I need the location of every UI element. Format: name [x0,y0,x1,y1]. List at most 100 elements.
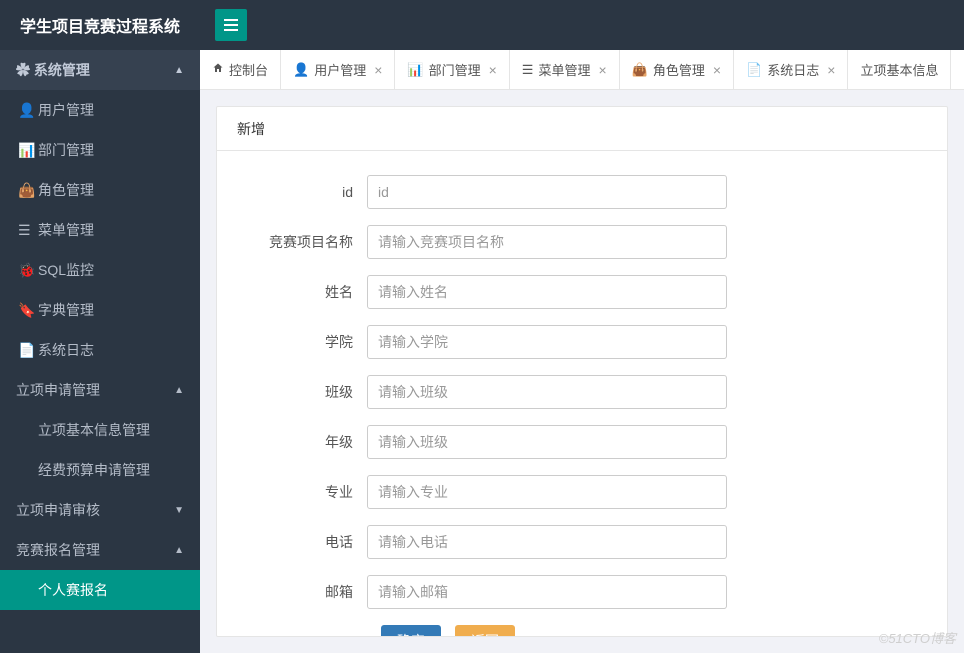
sidebar-item-label: 系统日志 [38,340,94,360]
bookmark-icon: 🔖 [18,302,38,319]
file-icon: 📄 [746,62,762,78]
sidebar-item-budget-apply[interactable]: 经费预算申请管理 [0,450,200,490]
tab-close-icon[interactable]: × [374,62,382,78]
tab-label: 菜单管理 [538,60,590,79]
grade-input[interactable] [367,425,727,459]
sidebar-group-project-apply[interactable]: 立项申请管理 ▲ [0,370,200,410]
tab-menus[interactable]: ☰ 菜单管理 × [510,50,620,89]
tab-roles[interactable]: 👜 角色管理 × [620,50,734,89]
sidebar-item-personal-signup[interactable]: 个人赛报名 [0,570,200,610]
gear-icon: ✿ [16,62,34,78]
tab-close-icon[interactable]: × [598,62,606,78]
chart-icon: 📊 [407,62,423,78]
tab-bar: 控制台 👤 用户管理 × 📊 部门管理 × ☰ 菜单管理 × 👜 角色管理 × [200,50,964,90]
phone-input[interactable] [367,525,727,559]
sidebar-group-label: 立项申请管理 [16,380,100,400]
sidebar-item-label: 经费预算申请管理 [38,460,150,480]
back-button[interactable]: 返回 [455,625,515,637]
project-name-input[interactable] [367,225,727,259]
tab-close-icon[interactable]: × [827,62,835,78]
hamburger-icon [224,24,238,26]
sidebar-item-departments[interactable]: 📊 部门管理 [0,130,200,170]
field-row-major: 专业 [257,475,907,509]
tab-label: 系统日志 [767,60,819,79]
field-label: 班级 [257,382,367,402]
sidebar-item-users[interactable]: 👤 用户管理 [0,90,200,130]
sidebar-group-apply-review[interactable]: 立项申请审核 ▼ [0,490,200,530]
field-label: id [257,184,367,200]
sidebar-item-menus[interactable]: ☰ 菜单管理 [0,210,200,250]
sidebar-item-sql[interactable]: 🐞 SQL监控 [0,250,200,290]
tab-project-basic[interactable]: 立项基本信息 [848,50,951,89]
user-icon: 👤 [18,102,38,119]
sidebar-item-logs[interactable]: 📄 系统日志 [0,330,200,370]
sidebar-item-label: 角色管理 [38,180,94,200]
form-actions: 确定 返回 [381,625,907,637]
sidebar-group-competition-signup[interactable]: 竞赛报名管理 ▲ [0,530,200,570]
field-label: 学院 [257,332,367,352]
field-row-class: 班级 [257,375,907,409]
caret-up-icon: ▲ [174,385,184,396]
sidebar-item-label: SQL监控 [38,260,94,280]
tab-console[interactable]: 控制台 [200,50,281,89]
topbar: 学生项目竞赛过程系统 [0,0,964,50]
field-row-phone: 电话 [257,525,907,559]
tab-label: 部门管理 [429,60,481,79]
home-icon [212,62,224,77]
email-input[interactable] [367,575,727,609]
tab-close-icon[interactable]: × [489,62,497,78]
field-label: 年级 [257,432,367,452]
list-icon: ☰ [522,62,534,78]
tab-close-icon[interactable]: × [713,62,721,78]
bag-icon: 👜 [18,182,38,199]
class-input[interactable] [367,375,727,409]
sidebar-group-system[interactable]: ✿ 系统管理 ▲ [0,50,200,90]
field-label: 邮箱 [257,582,367,602]
tab-label: 角色管理 [653,60,705,79]
file-icon: 📄 [18,342,38,359]
submit-button[interactable]: 确定 [381,625,441,637]
caret-up-icon: ▲ [174,545,184,556]
id-input[interactable] [367,175,727,209]
user-icon: 👤 [293,62,309,78]
sidebar-item-roles[interactable]: 👜 角色管理 [0,170,200,210]
field-row-email: 邮箱 [257,575,907,609]
tab-users[interactable]: 👤 用户管理 × [281,50,395,89]
content-card: 新增 id 竞赛项目名称 姓名 学院 [216,106,948,637]
sidebar-item-label: 菜单管理 [38,220,94,240]
sidebar-item-dict[interactable]: 🔖 字典管理 [0,290,200,330]
sidebar-item-project-basic[interactable]: 立项基本信息管理 [0,410,200,450]
sidebar-item-label: 字典管理 [38,300,94,320]
field-row-project-name: 竞赛项目名称 [257,225,907,259]
tab-logs[interactable]: 📄 系统日志 × [734,50,848,89]
college-input[interactable] [367,325,727,359]
tab-departments[interactable]: 📊 部门管理 × [395,50,509,89]
tab-label: 用户管理 [314,60,366,79]
main-panel: 控制台 👤 用户管理 × 📊 部门管理 × ☰ 菜单管理 × 👜 角色管理 × [200,50,964,653]
name-input[interactable] [367,275,727,309]
bug-icon: 🐞 [18,262,38,279]
major-input[interactable] [367,475,727,509]
layout: ✿ 系统管理 ▲ 👤 用户管理 📊 部门管理 👜 角色管理 ☰ 菜单管理 🐞 S… [0,50,964,653]
brand-title: 学生项目竞赛过程系统 [0,13,200,37]
field-label: 竞赛项目名称 [257,232,367,252]
caret-down-icon: ▼ [174,505,184,516]
caret-up-icon: ▲ [174,65,184,76]
sidebar-group-label: 系统管理 [34,62,90,78]
sidebar-item-label: 立项基本信息管理 [38,420,150,440]
field-row-college: 学院 [257,325,907,359]
sidebar-item-label: 个人赛报名 [38,580,108,600]
field-row-id: id [257,175,907,209]
field-label: 专业 [257,482,367,502]
sidebar-group-label: 竞赛报名管理 [16,540,100,560]
tab-label: 立项基本信息 [860,60,938,79]
field-label: 电话 [257,532,367,552]
list-icon: ☰ [18,222,38,239]
menu-toggle-button[interactable] [215,9,247,41]
chart-icon: 📊 [18,142,38,159]
sidebar-group-label: 立项申请审核 [16,500,100,520]
bag-icon: 👜 [632,62,648,78]
sidebar-item-label: 用户管理 [38,100,94,120]
sidebar-item-label: 部门管理 [38,140,94,160]
sidebar: ✿ 系统管理 ▲ 👤 用户管理 📊 部门管理 👜 角色管理 ☰ 菜单管理 🐞 S… [0,50,200,653]
